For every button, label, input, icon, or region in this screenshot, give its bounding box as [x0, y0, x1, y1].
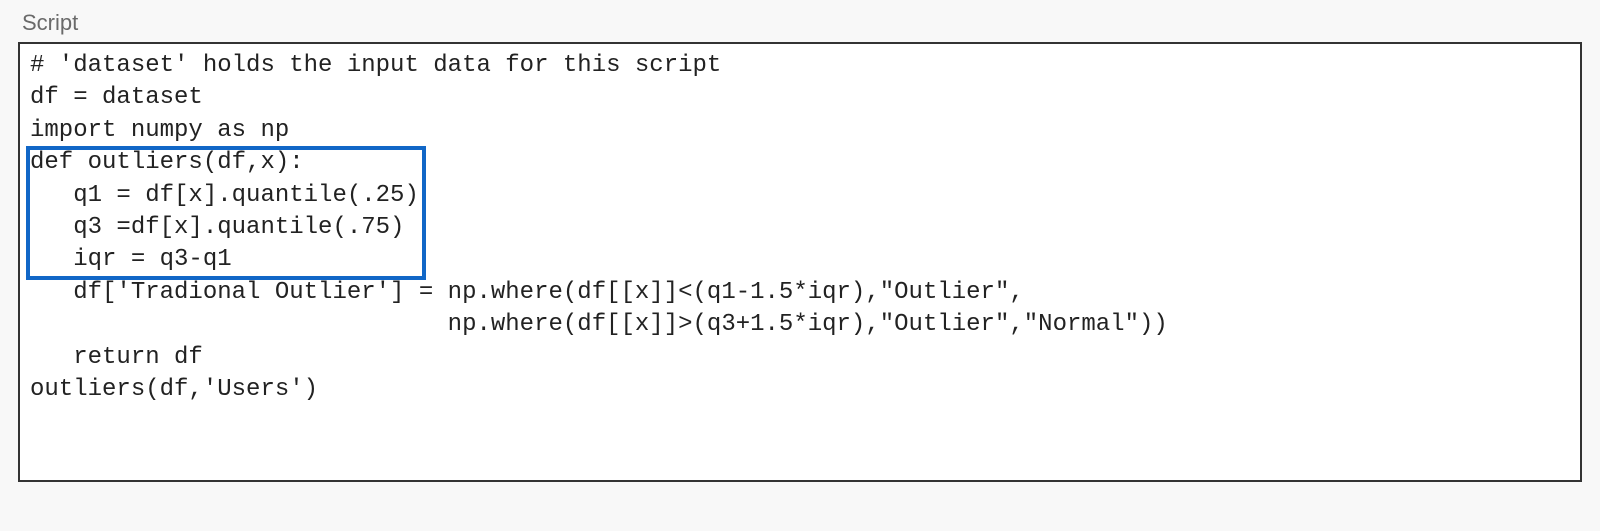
code-line: # 'dataset' holds the input data for thi…	[30, 50, 1570, 82]
code-line: df['Tradional Outlier'] = np.where(df[[x…	[30, 277, 1570, 309]
code-line: return df	[30, 342, 1570, 374]
script-editor[interactable]: # 'dataset' holds the input data for thi…	[18, 42, 1582, 482]
code-line: q3 =df[x].quantile(.75)	[30, 212, 1570, 244]
script-panel-container: Script # 'dataset' holds the input data …	[0, 0, 1600, 502]
code-line: np.where(df[[x]]>(q3+1.5*iqr),"Outlier",…	[30, 309, 1570, 341]
code-line: def outliers(df,x):	[30, 147, 1570, 179]
code-line: df = dataset	[30, 82, 1570, 114]
code-line: outliers(df,'Users')	[30, 374, 1570, 406]
code-line: iqr = q3-q1	[30, 244, 1570, 276]
code-line: q1 = df[x].quantile(.25)	[30, 180, 1570, 212]
panel-title: Script	[22, 10, 1582, 36]
code-line: import numpy as np	[30, 115, 1570, 147]
